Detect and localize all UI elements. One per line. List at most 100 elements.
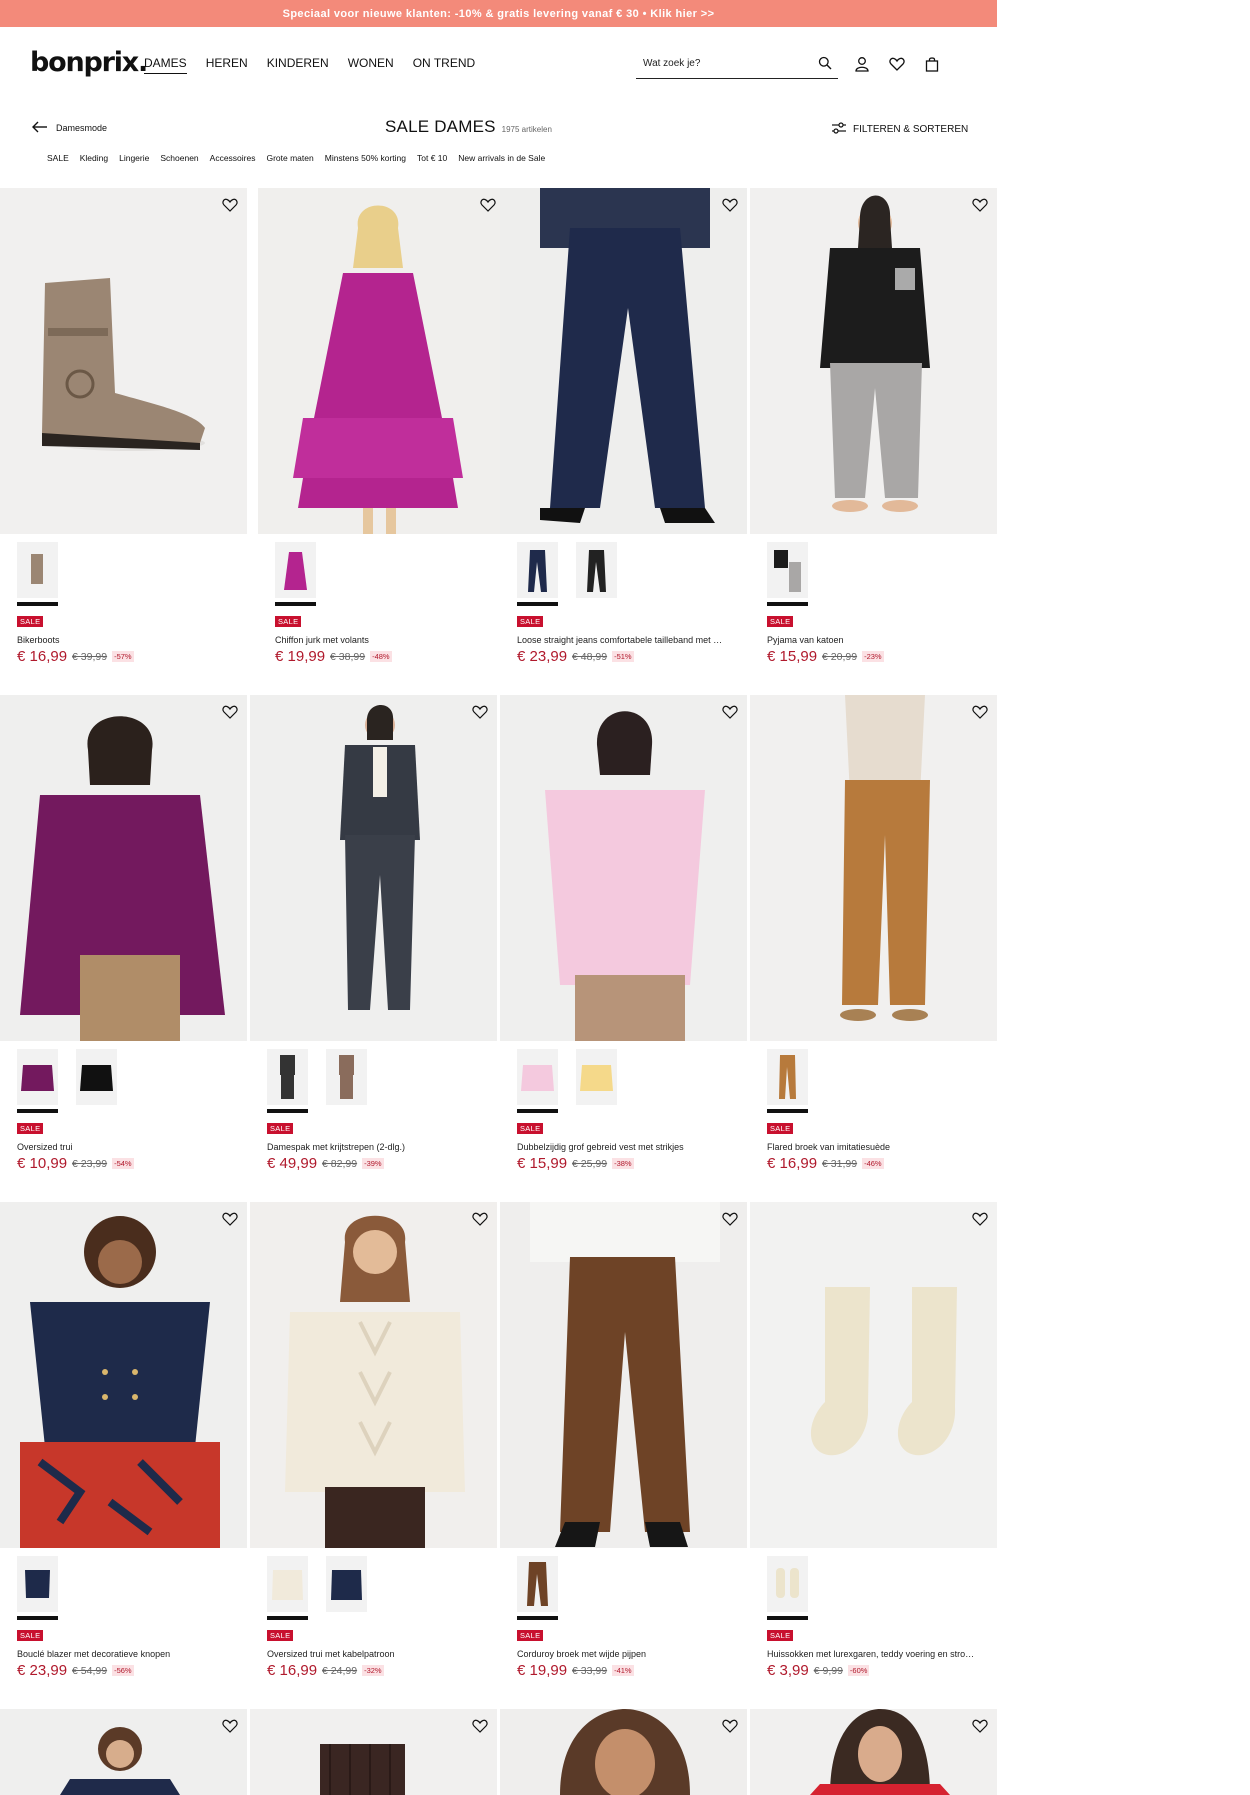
wishlist-heart-icon[interactable] <box>971 1717 989 1735</box>
color-swatch[interactable] <box>76 1049 117 1105</box>
color-swatch[interactable] <box>326 1556 367 1612</box>
wishlist-heart-icon[interactable] <box>721 1717 739 1735</box>
color-swatch[interactable] <box>576 1049 617 1105</box>
category-tot-10[interactable]: Tot € 10 <box>417 153 447 163</box>
product-card[interactable] <box>0 1709 247 1795</box>
wishlist-heart-icon[interactable] <box>721 703 739 721</box>
wishlist-heart-icon[interactable] <box>971 1210 989 1228</box>
color-swatch[interactable] <box>576 542 617 598</box>
color-swatch[interactable] <box>326 1049 367 1105</box>
product-name[interactable]: Oversized trui <box>17 1142 237 1152</box>
nav-wonen[interactable]: WONEN <box>348 56 394 74</box>
product-card[interactable]: SALE Pyjama van katoen € 15,99 € 20,99 -… <box>750 188 997 694</box>
product-name[interactable]: Pyjama van katoen <box>767 635 987 645</box>
product-image[interactable] <box>500 1202 747 1548</box>
product-name[interactable]: Oversized trui met kabelpatroon <box>267 1649 487 1659</box>
wishlist-heart-icon[interactable] <box>221 703 239 721</box>
product-card[interactable] <box>500 1709 747 1795</box>
account-icon[interactable] <box>853 55 871 73</box>
nav-on-trend[interactable]: ON TREND <box>413 56 475 74</box>
product-card[interactable]: SALE Oversized trui € 10,99 € 23,99 -54% <box>0 695 247 1201</box>
product-image[interactable] <box>500 1709 747 1795</box>
wishlist-icon[interactable] <box>888 55 906 73</box>
nav-heren[interactable]: HEREN <box>206 56 248 74</box>
product-image[interactable] <box>250 1709 497 1795</box>
product-image[interactable] <box>500 188 747 534</box>
product-name[interactable]: Corduroy broek met wijde pijpen <box>517 1649 737 1659</box>
cart-icon[interactable] <box>923 55 941 73</box>
wishlist-heart-icon[interactable] <box>721 196 739 214</box>
product-image[interactable] <box>0 188 247 534</box>
product-card[interactable]: SALE Bouclé blazer met decoratieve knope… <box>0 1202 247 1708</box>
product-image[interactable] <box>0 1202 247 1548</box>
color-swatch[interactable] <box>767 542 808 606</box>
category-accessoires[interactable]: Accessoires <box>210 153 256 163</box>
product-name[interactable]: Dubbelzijdig grof gebreid vest met strik… <box>517 1142 737 1152</box>
product-image[interactable] <box>750 695 997 1041</box>
product-image[interactable] <box>250 695 497 1041</box>
product-image[interactable] <box>0 1709 247 1795</box>
product-card[interactable]: SALE Dubbelzijdig grof gebreid vest met … <box>500 695 747 1201</box>
category-new-arrivals[interactable]: New arrivals in de Sale <box>458 153 545 163</box>
product-image[interactable] <box>0 695 247 1041</box>
color-swatch[interactable] <box>17 1556 58 1620</box>
wishlist-heart-icon[interactable] <box>471 1717 489 1735</box>
product-image[interactable] <box>750 1202 997 1548</box>
category-schoenen[interactable]: Schoenen <box>160 153 198 163</box>
nav-dames[interactable]: DAMES <box>144 56 187 74</box>
product-card[interactable]: SALE Oversized trui met kabelpatroon € 1… <box>250 1202 497 1708</box>
wishlist-heart-icon[interactable] <box>479 196 497 214</box>
back-link[interactable]: Damesmode <box>32 121 107 135</box>
product-name[interactable]: Loose straight jeans comfortabele taille… <box>517 635 737 645</box>
promo-text[interactable]: Speciaal voor nieuwe klanten: -10% & gra… <box>283 8 715 20</box>
color-swatch[interactable] <box>17 1049 58 1113</box>
search-icon[interactable] <box>818 56 832 75</box>
color-swatch[interactable] <box>517 1049 558 1113</box>
wishlist-heart-icon[interactable] <box>221 1210 239 1228</box>
nav-kinderen[interactable]: KINDEREN <box>267 56 329 74</box>
product-name[interactable]: Flared broek van imitatiesuède <box>767 1142 987 1152</box>
product-card[interactable]: SALE Loose straight jeans comfortabele t… <box>500 188 747 694</box>
product-name[interactable]: Damespak met krijtstrepen (2-dlg.) <box>267 1142 487 1152</box>
color-swatch[interactable] <box>267 1556 308 1620</box>
product-image[interactable] <box>750 188 997 534</box>
color-swatch[interactable] <box>767 1556 808 1620</box>
search-input[interactable] <box>636 50 813 76</box>
bonprix-logo[interactable]: bonprix. <box>30 47 148 78</box>
product-card[interactable] <box>250 1709 497 1795</box>
color-swatch[interactable] <box>17 542 58 606</box>
wishlist-heart-icon[interactable] <box>721 1210 739 1228</box>
product-card[interactable]: SALE Huissokken met lurexgaren, teddy vo… <box>750 1202 997 1708</box>
wishlist-heart-icon[interactable] <box>471 1210 489 1228</box>
product-card[interactable]: SALE Bikerboots € 16,99 € 39,99 -57% <box>0 188 247 694</box>
product-name[interactable]: Bikerboots <box>17 635 237 645</box>
product-image[interactable] <box>500 695 747 1041</box>
product-image[interactable] <box>250 1202 497 1548</box>
wishlist-heart-icon[interactable] <box>221 196 239 214</box>
color-swatch[interactable] <box>267 1049 308 1113</box>
color-swatch[interactable] <box>517 1556 558 1620</box>
product-name[interactable]: Huissokken met lurexgaren, teddy voering… <box>767 1649 987 1659</box>
color-swatch[interactable] <box>767 1049 808 1113</box>
product-card[interactable] <box>750 1709 997 1795</box>
wishlist-heart-icon[interactable] <box>971 703 989 721</box>
product-name[interactable]: Chiffon jurk met volants <box>275 635 495 645</box>
product-image[interactable] <box>750 1709 997 1795</box>
category-kleding[interactable]: Kleding <box>80 153 108 163</box>
color-swatch[interactable] <box>275 542 316 606</box>
category-sale[interactable]: SALE <box>47 153 69 163</box>
color-swatch[interactable] <box>517 542 558 606</box>
product-name[interactable]: Bouclé blazer met decoratieve knopen <box>17 1649 237 1659</box>
product-card[interactable]: SALE Chiffon jurk met volants € 19,99 € … <box>258 188 505 694</box>
product-card[interactable]: SALE Damespak met krijtstrepen (2-dlg.) … <box>250 695 497 1201</box>
product-image[interactable] <box>258 188 505 534</box>
wishlist-heart-icon[interactable] <box>471 703 489 721</box>
wishlist-heart-icon[interactable] <box>221 1717 239 1735</box>
promo-banner[interactable]: Speciaal voor nieuwe klanten: -10% & gra… <box>0 0 997 27</box>
category-50-korting[interactable]: Minstens 50% korting <box>325 153 406 163</box>
category-grote-maten[interactable]: Grote maten <box>266 153 313 163</box>
wishlist-heart-icon[interactable] <box>971 196 989 214</box>
category-lingerie[interactable]: Lingerie <box>119 153 149 163</box>
filter-sort-button[interactable]: FILTEREN & SORTEREN <box>831 121 968 138</box>
product-card[interactable]: SALE Flared broek van imitatiesuède € 16… <box>750 695 997 1201</box>
